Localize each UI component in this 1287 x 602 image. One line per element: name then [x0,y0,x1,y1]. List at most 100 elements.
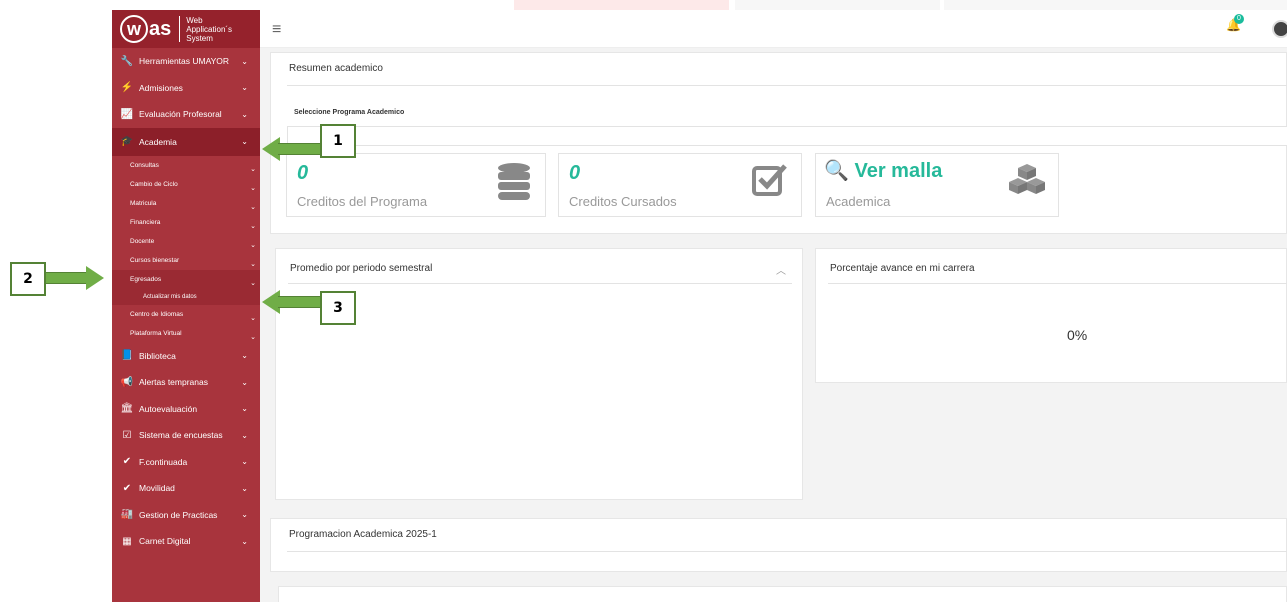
chevron-down-icon: ⌄ [250,314,256,322]
ver-malla-link[interactable]: 🔍 Ver malla [824,158,942,183]
sidebar-item-autoevaluacion[interactable]: 🏛 Autoevaluación ⌄ [112,396,260,423]
logo-subtitle: Web Application´s System [186,15,233,43]
resumen-title: Resumen academico [289,63,383,74]
stat-creditos-cursados: 0 Creditos Cursados [558,153,802,217]
chevron-down-icon: ⌄ [241,83,248,93]
sidebar-item-alertas[interactable]: 📢 Alertas tempranas ⌄ [112,369,260,396]
sidebar-subitem-cambio-ciclo[interactable]: Cambio de Ciclo ⌄ [112,174,260,194]
sidebar-item-academia[interactable]: 🎓 Academia ⌄ [112,127,260,156]
qrcode-icon: ▦ [122,535,132,547]
promedio-title: Promedio por periodo semestral [290,263,433,274]
sidebar-item-label: Carnet Digital [139,536,191,547]
chevron-down-icon: ⌄ [241,404,248,414]
top-strip [944,0,1287,10]
checkbox-icon: ☑ [122,429,132,441]
stat-value: 0 [297,162,309,184]
stat-label: Creditos Cursados [569,194,677,209]
sidebar-item-herramientas[interactable]: 🔧 Herramientas UMAYOR ⌄ [112,48,260,75]
avance-panel: Porcentaje avance en mi carrera 0% [815,248,1287,383]
chevron-down-icon: ⌄ [250,260,256,268]
sidebar-subitem-plataforma-virtual[interactable]: Plataforma Virtual ⌄ [112,323,260,343]
programa-select[interactable] [287,126,1287,146]
sidebar-item-label: Sistema de encuestas [139,430,223,441]
search-icon: 🔍 [824,160,849,182]
sidebar-subitem-egresados[interactable]: Egresados ⌄ [112,269,260,289]
chevron-down-icon: ⌄ [241,137,248,146]
annotation-arrow-3 [278,296,320,308]
divider [288,283,792,284]
database-icon [497,162,531,211]
stat-label: Creditos del Programa [297,194,428,209]
programacion-title: Programacion Academica 2025-1 [289,529,437,540]
stat-creditos-programa: 0 Creditos del Programa [286,153,546,217]
check-square-icon [752,162,788,205]
sidebar-item-label: Biblioteca [139,350,176,361]
chevron-down-icon: ⌄ [250,165,256,173]
graduation-cap-icon: 🎓 [120,136,134,147]
annotation-arrow-2-head [86,266,104,290]
bullhorn-icon: 📢 [120,376,134,388]
chevron-down-icon: ⌄ [250,279,256,287]
logo-as: as [149,17,172,40]
chevron-down-icon: ⌄ [250,203,256,211]
programa-select-label: Seleccione Programa Academico [294,109,405,116]
divider [828,283,1287,284]
sidebar-item-biblioteca[interactable]: 📘 Biblioteca ⌄ [112,343,260,370]
book-icon: 📘 [120,350,134,362]
sidebar-item-movilidad[interactable]: ✔ Movilidad ⌄ [112,475,260,502]
sidebar-subitem-matricula[interactable]: Matricula ⌄ [112,193,260,213]
top-strip [735,0,940,10]
chevron-down-icon: ⌄ [250,241,256,249]
annotation-arrow-1 [278,143,320,155]
sidebar-subitem-actualizar-datos[interactable]: Actualizar mis datos [112,288,260,305]
chevron-up-icon[interactable]: ︿ [776,262,786,277]
sidebar-item-carnet[interactable]: ▦ Carnet Digital ⌄ [112,528,260,555]
chevron-down-icon: ⌄ [241,109,248,119]
sidebar-item-label: Movilidad [139,483,175,494]
top-strip [514,0,729,10]
industry-icon: 🏭 [120,509,134,521]
sidebar-item-label: F.continuada [139,456,188,467]
sidebar-item-label: Alertas tempranas [139,377,208,388]
stat-value: 0 [569,162,581,184]
institution-icon: 🏛 [120,403,134,415]
sidebar-subitem-consultas[interactable]: Consultas ⌄ [112,155,260,175]
sidebar-item-label: Gestion de Practicas [139,509,218,520]
chevron-down-icon: ⌄ [241,483,248,493]
annotation-label-3: 3 [320,291,356,325]
chevron-down-icon: ⌄ [241,510,248,520]
sidebar-item-practicas[interactable]: 🏭 Gestion de Practicas ⌄ [112,502,260,529]
chevron-down-icon: ⌄ [241,377,248,387]
chevron-down-icon: ⌄ [241,351,248,361]
malla-box: 🔍 Ver malla Academica [815,153,1059,217]
cubes-icon [1008,162,1046,209]
annotation-label-2: 2 [10,262,46,296]
annotation-arrow-2 [46,272,86,284]
sidebar: w as Web Application´s System 🔧 Herramie… [112,10,260,602]
chevron-down-icon: ⌄ [241,457,248,467]
sidebar-subitem-cursos-bienestar[interactable]: Cursos bienestar ⌄ [112,250,260,270]
bolt-icon: ⚡ [120,82,134,94]
logo-separator [179,16,181,42]
chevron-down-icon: ⌄ [241,430,248,440]
sidebar-subitem-centro-idiomas[interactable]: Centro de Idiomas ⌄ [112,304,260,324]
sidebar-item-encuestas[interactable]: ☑ Sistema de encuestas ⌄ [112,422,260,449]
sidebar-item-label: Admisiones [139,82,183,93]
avance-title: Porcentaje avance en mi carrera [830,263,975,274]
sidebar-subitem-financiera[interactable]: Financiera ⌄ [112,212,260,232]
sidebar-item-fcontinuada[interactable]: ✔ F.continuada ⌄ [112,449,260,476]
sidebar-item-label: Evaluación Profesoral [139,109,222,120]
sidebar-item-label: Autoevaluación [139,403,198,414]
sidebar-subitem-docente[interactable]: Docente ⌄ [112,231,260,251]
divider [287,85,1287,86]
avatar[interactable] [1272,20,1287,38]
top-header: ≡ 🔔 0 [260,10,1287,48]
malla-label: Academica [826,194,891,209]
logo[interactable]: w as Web Application´s System [112,10,260,48]
next-panel [278,586,1287,602]
sidebar-item-evaluacion[interactable]: 📈 Evaluación Profesoral ⌄ [112,101,260,128]
chevron-down-icon: ⌄ [250,333,256,341]
sidebar-item-admisiones[interactable]: ⚡ Admisiones ⌄ [112,75,260,102]
chevron-down-icon: ⌄ [241,536,248,546]
hamburger-menu-icon[interactable]: ≡ [272,22,281,38]
